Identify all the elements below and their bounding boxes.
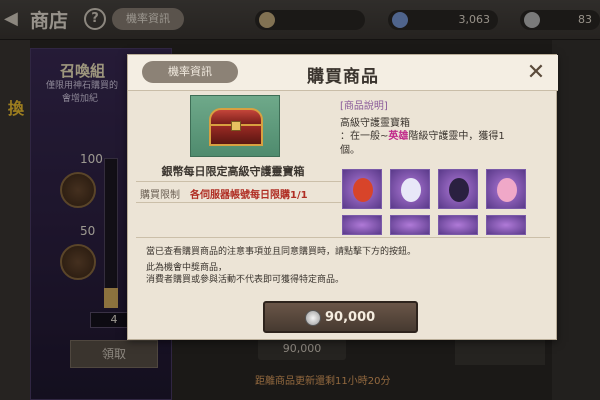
description-text-line2: 個。 (340, 145, 360, 156)
guardian-face (353, 178, 373, 202)
guardian-thumb[interactable] (486, 169, 526, 209)
buy-button[interactable]: 90,000 (263, 301, 418, 333)
guardian-thumb[interactable] (486, 215, 526, 235)
limit-label: 購買限制 (140, 190, 180, 201)
guardian-thumb[interactable] (390, 215, 430, 235)
limit-value: 各伺服器帳號每日限購1/1 (190, 190, 308, 201)
item-image (190, 95, 280, 157)
silver-coin-icon (305, 310, 321, 326)
guardian-thumb[interactable] (390, 169, 430, 209)
description-text: ：在一般~英雄階級守護靈中，獲得1 (340, 130, 546, 143)
guardian-face (497, 178, 517, 202)
purchase-notice: 當已查看購買商品的注意事項並且同意購買時，請點擊下方的按鈕。 此為機會中獎商品，… (136, 237, 550, 291)
item-description: [商品說明] 高級守護靈寶箱 ：在一般~英雄階級守護靈中，獲得1 個。 (340, 97, 546, 235)
description-heading: [商品說明] (340, 101, 388, 112)
description-item-name: 高級守護靈寶箱 (340, 118, 410, 129)
buy-price: 90,000 (325, 310, 376, 325)
description-pre: ：在一般~ (340, 131, 389, 142)
guardian-thumb[interactable] (342, 215, 382, 235)
guardian-thumb[interactable] (342, 169, 382, 209)
treasure-chest-icon (209, 108, 263, 148)
item-name: 銀幣每日限定高級守護靈寶箱 (161, 165, 305, 178)
description-post: 階級守護靈中，獲得1 (408, 131, 505, 142)
notice-main-text: 當已查看購買商品的注意事項並且同意購買時，請點擊下方的按鈕。 (146, 247, 417, 257)
close-icon[interactable]: ✕ (522, 59, 550, 87)
purchase-limit-row: 購買限制 各伺服器帳號每日限購1/1 (136, 181, 341, 203)
chest-lock (231, 121, 241, 131)
hero-rank: 英雄 (388, 131, 409, 142)
guardian-face (449, 178, 469, 202)
dialog-title: 購買商品 (307, 67, 379, 87)
guardian-face (401, 178, 421, 202)
notice-sub-line1: 此為機會中獎商品， (146, 263, 228, 273)
notice-sub-line2: 消費者購買或參與活動不代表即可獲得特定商品。 (146, 275, 345, 285)
guardian-thumb[interactable] (438, 169, 478, 209)
purchase-dialog: 機率資訊 購買商品 ✕ 銀幣每日限定高級守護靈寶箱 購買限制 各伺服器帳號每日限… (127, 54, 558, 340)
guardian-thumb[interactable] (438, 215, 478, 235)
dialog-header: 機率資訊 購買商品 ✕ (128, 55, 558, 91)
